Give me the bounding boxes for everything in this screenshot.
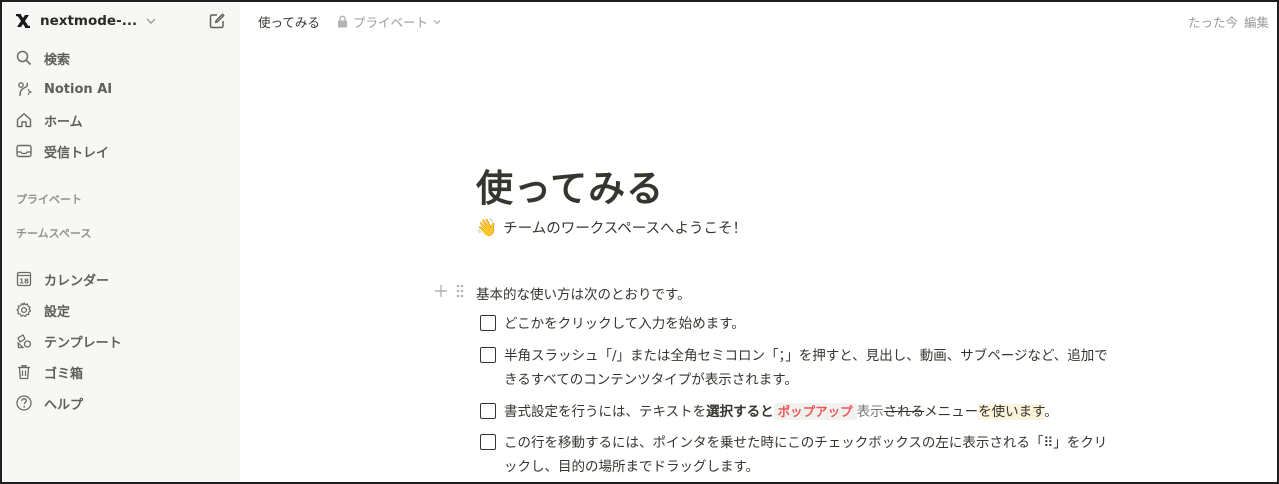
edit-status: たった今 編集 [1188, 12, 1269, 31]
todo-item: どこかをクリックして入力を始めます。 [480, 312, 1180, 336]
text-segment: 。 [1044, 404, 1058, 420]
todo-line: この行を移動するには、ポインタを乗せた時にこのチェックボックスの左に表示される「… [504, 435, 1108, 451]
sidebar: nextmode-... 検索 Notion AI ホーム 受信トレイ プライベ… [2, 2, 240, 482]
strikethrough-text: される [883, 404, 925, 420]
home-icon [14, 110, 34, 130]
sidebar-item-label: 受信トレイ [44, 145, 110, 161]
text-segment: メニュー [924, 404, 979, 420]
bold-text: 選択すると [706, 404, 774, 420]
todo-checkbox[interactable] [480, 403, 496, 419]
trash-icon [14, 362, 34, 382]
sidebar-item-notion-ai[interactable]: Notion AI [14, 77, 228, 101]
page-title[interactable]: 使ってみる [476, 158, 664, 212]
edit-label[interactable]: 編集 [1244, 12, 1269, 31]
edited-time: たった今 [1187, 15, 1238, 30]
sidebar-item-home[interactable]: ホーム [14, 108, 228, 132]
todo-line: きるすべてのコンテンツタイプが表示されます。 [504, 372, 798, 388]
sidebar-item-label: ヘルプ [44, 397, 84, 413]
sidebar-item-label: ホーム [44, 114, 83, 130]
subtitle-text: チームのワークスペースへようこそ！ [503, 221, 748, 237]
todo-line: 半角スラッシュ「/」または全角セミコロン「；」を押すと、見出し、動画、サブページ… [504, 348, 1108, 364]
app-window: nextmode-... 検索 Notion AI ホーム 受信トレイ プライベ… [0, 0, 1279, 484]
workspace-name: nextmode-... [40, 13, 138, 29]
text-segment: 書式設定を行うには、テキストを [504, 404, 707, 420]
calendar-icon-date: 18 [19, 278, 29, 286]
todo-checkbox[interactable] [480, 315, 496, 331]
gear-icon [14, 300, 34, 320]
section-private-label[interactable]: プライベート [16, 191, 82, 207]
highlighted-text: を使います [978, 404, 1045, 420]
breadcrumb-page-title[interactable]: 使ってみる [258, 12, 320, 31]
gray-text: 表示 [856, 404, 884, 420]
todo-item: 書式設定を行うには、テキストを選択すると ポップアップ 表示されるメニューを使います… [480, 400, 1180, 424]
template-icon [14, 331, 34, 351]
todo-text[interactable]: どこかをクリックして入力を始めます。 [504, 312, 1176, 336]
todo-line: どこかをクリックして入力を始めます。 [504, 316, 745, 332]
todo-text[interactable]: 書式設定を行うには、テキストを選択すると ポップアップ 表示されるメニューを使います… [504, 400, 1176, 424]
inline-code: ポップアップ [773, 403, 857, 420]
page-subtitle[interactable]: 👋 チームのワークスペースへようこそ！ [476, 217, 747, 238]
sidebar-item-templates[interactable]: テンプレート [14, 329, 228, 353]
new-page-icon[interactable] [206, 10, 228, 32]
search-icon [14, 48, 34, 68]
chevron-down-icon[interactable] [145, 14, 159, 28]
sidebar-item-search[interactable]: 検索 [14, 46, 228, 70]
workspace-switcher[interactable]: nextmode-... [14, 10, 228, 32]
todo-line: ックし、目的の場所までドラッグします。 [504, 459, 760, 475]
drag-handle-icon[interactable] [455, 283, 465, 303]
todo-checkbox[interactable] [480, 347, 496, 363]
privacy-label: プライベート [353, 15, 429, 30]
todo-item: 半角スラッシュ「/」または全角セミコロン「；」を押すと、見出し、動画、サブページ… [480, 344, 1180, 392]
section-teamspace-label[interactable]: チームスペース [16, 225, 91, 241]
notion-ai-icon [14, 79, 34, 99]
todo-line: 書式設定を行うには、テキストを選択すると ポップアップ 表示されるメニューを使います… [504, 400, 1176, 424]
todo-text[interactable]: 半角スラッシュ「/」または全角セミコロン「；」を押すと、見出し、動画、サブページ… [504, 344, 1176, 392]
calendar-icon: 18 [14, 269, 34, 289]
add-block-icon[interactable] [433, 283, 449, 303]
sidebar-item-label: テンプレート [44, 335, 122, 351]
todo-checkbox[interactable] [480, 434, 496, 450]
sidebar-item-label: ゴミ箱 [44, 366, 84, 382]
sidebar-item-label: 設定 [44, 304, 71, 320]
sidebar-item-label: Notion AI [44, 81, 113, 97]
workspace-logo-icon [14, 12, 32, 30]
block-handles [433, 283, 465, 303]
help-icon [14, 393, 34, 413]
chevron-down-icon [432, 17, 442, 27]
waving-hand-emoji: 👋 [476, 217, 498, 238]
todo-text[interactable]: この行を移動するには、ポインタを乗せた時にこのチェックボックスの左に表示される「… [504, 431, 1176, 479]
sidebar-item-inbox[interactable]: 受信トレイ [14, 139, 228, 163]
sidebar-item-settings[interactable]: 設定 [14, 298, 228, 322]
privacy-dropdown[interactable]: プライベート [337, 12, 442, 31]
intro-text[interactable]: 基本的な使い方は次のとおりです。 [476, 283, 691, 303]
lock-icon [337, 15, 349, 29]
todo-item: この行を移動するには、ポインタを乗せた時にこのチェックボックスの左に表示される「… [480, 431, 1180, 479]
sidebar-item-trash[interactable]: ゴミ箱 [14, 360, 228, 384]
sidebar-item-help[interactable]: ヘルプ [14, 391, 228, 415]
sidebar-item-label: カレンダー [44, 273, 110, 289]
sidebar-item-calendar[interactable]: 18 カレンダー [14, 267, 228, 291]
sidebar-item-label: 検索 [44, 52, 71, 68]
inbox-icon [14, 141, 34, 161]
topbar: 使ってみる プライベート たった今 編集 [240, 2, 1277, 38]
